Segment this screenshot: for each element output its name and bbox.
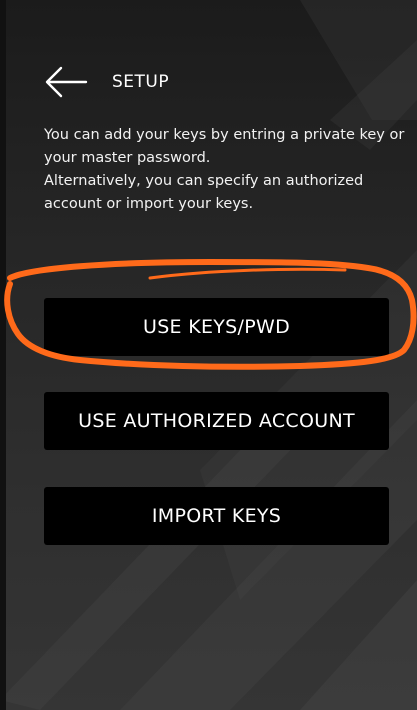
use-keys-button[interactable]: USE KEYS/PWD xyxy=(44,298,389,356)
header: SETUP xyxy=(44,62,169,102)
back-button[interactable] xyxy=(44,62,90,102)
import-keys-button[interactable]: IMPORT KEYS xyxy=(44,487,389,545)
description-line-2: Alternatively, you can specify an author… xyxy=(44,173,364,212)
description-line-1: You can add your keys by entring a priva… xyxy=(44,127,405,166)
left-edge xyxy=(0,0,6,710)
use-authorized-account-button[interactable]: USE AUTHORIZED ACCOUNT xyxy=(44,392,389,450)
arrow-left-icon xyxy=(45,66,88,98)
description: You can add your keys by entring a priva… xyxy=(44,124,414,216)
page-title: SETUP xyxy=(112,72,170,92)
setup-screen: SETUP You can add your keys by entring a… xyxy=(0,0,417,710)
